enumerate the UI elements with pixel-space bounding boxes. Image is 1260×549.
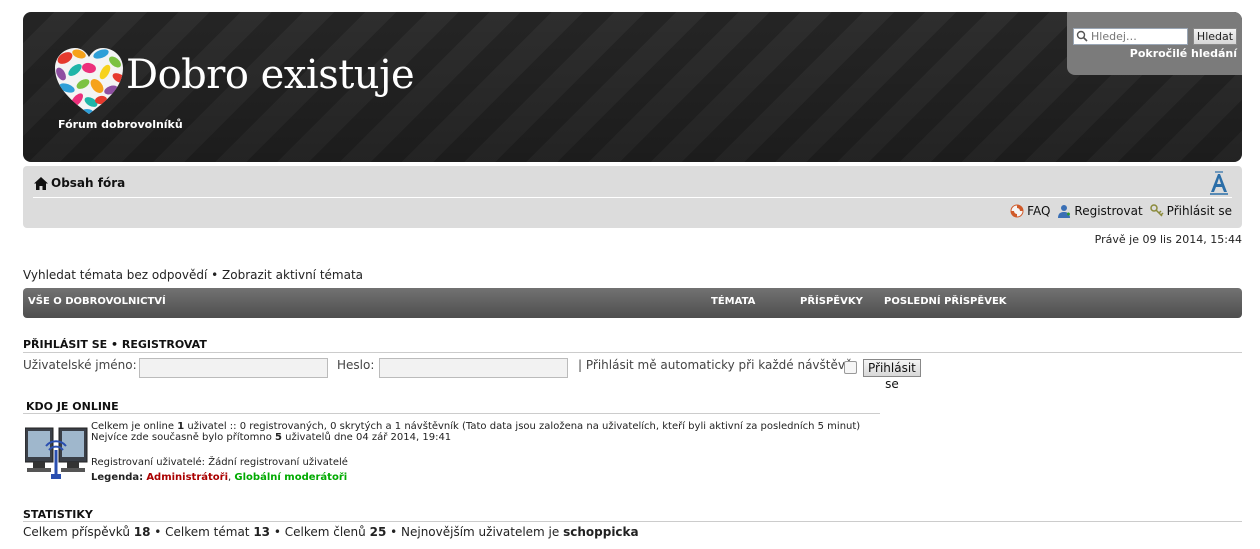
login-title-separator: • xyxy=(110,338,119,351)
active-topics-link[interactable]: Zobrazit aktivní témata xyxy=(222,268,363,282)
stats-members-value: 25 xyxy=(369,525,387,539)
username-field[interactable] xyxy=(139,358,328,378)
column-posts: PŘÍSPĚVKY xyxy=(800,296,863,307)
username-label: Uživatelské jméno: xyxy=(23,358,137,372)
online-record: Nejvíce zde současně bylo přítomno 5 uži… xyxy=(91,432,451,443)
navbar-divider xyxy=(33,197,1232,198)
login-button[interactable]: Přihlásit se xyxy=(863,359,921,391)
search-icon xyxy=(1076,30,1088,42)
font-size-change-icon[interactable] xyxy=(1208,171,1230,195)
online-summary: Celkem je online 1 uživatel :: 0 registr… xyxy=(91,421,860,432)
navbar: Obsah fóra FAQ Registrovat Přihlásit se xyxy=(23,166,1242,228)
search-box: Hledat Pokročilé hledání xyxy=(1067,12,1242,75)
online-summary-suffix: uživatel :: 0 registrovaných, 0 skrytých… xyxy=(184,421,861,432)
faq-lifebuoy-icon xyxy=(1010,204,1024,218)
login-link[interactable]: Přihlásit se xyxy=(1149,204,1232,218)
stats-topics-value: 13 xyxy=(253,525,271,539)
online-summary-prefix: Celkem je online xyxy=(91,421,178,432)
faq-label: FAQ xyxy=(1027,204,1051,218)
search-input[interactable] xyxy=(1073,28,1188,45)
login-title-link[interactable]: PŘIHLÁSIT SE xyxy=(23,338,107,351)
legend-gmod-link[interactable]: Globální moderátoři xyxy=(234,472,347,483)
search-links-separator: • xyxy=(211,268,219,282)
site-title[interactable]: Dobro existuje xyxy=(126,52,415,98)
stats-section-title: STATISTIKY xyxy=(23,508,93,521)
forum-category-header: VŠE O DOBROVOLNICTVÍ TÉMATA PŘÍSPĚVKY PO… xyxy=(23,288,1242,318)
search-links: Vyhledat témata bez odpovědí • Zobrazit … xyxy=(23,268,363,282)
online-users-icon xyxy=(25,427,88,479)
online-divider xyxy=(23,413,880,414)
online-record-count: 5 xyxy=(275,432,282,443)
online-section-title[interactable]: KDO JE ONLINE xyxy=(26,400,119,413)
faq-link[interactable]: FAQ xyxy=(1010,204,1050,218)
autologin-label: | Přihlásit mě automaticky při každé náv… xyxy=(578,358,853,372)
password-field[interactable] xyxy=(379,358,568,378)
group-legend: Legenda: Administrátoři, Globální moderá… xyxy=(91,472,347,483)
autologin-checkbox[interactable] xyxy=(844,361,857,374)
advanced-search-link[interactable]: Pokročilé hledání xyxy=(1130,47,1237,60)
home-icon xyxy=(34,176,48,190)
online-record-prefix: Nejvíce zde současně bylo přítomno xyxy=(91,432,276,443)
column-topics: TÉMATA xyxy=(711,296,756,307)
legend-comma: , xyxy=(228,472,232,483)
password-label: Heslo: xyxy=(337,358,375,372)
register-link[interactable]: Registrovat xyxy=(1057,204,1143,218)
column-last-post: POSLEDNÍ PŘÍSPĚVEK xyxy=(884,296,1007,307)
stats-newest-label: • Nejnovějším uživatelem je xyxy=(386,525,564,539)
unanswered-topics-link[interactable]: Vyhledat témata bez odpovědí xyxy=(23,268,207,282)
newest-user-link[interactable]: schoppicka xyxy=(563,525,639,539)
board-index-link[interactable]: Obsah fóra xyxy=(34,176,125,190)
registered-users-line: Registrovaní uživatelé: Žádní registrova… xyxy=(91,457,348,468)
register-label: Registrovat xyxy=(1074,204,1143,218)
site-description: Fórum dobrovolníků xyxy=(58,118,183,131)
register-user-icon xyxy=(1058,205,1071,218)
login-section-title: PŘIHLÁSIT SE • REGISTROVAT xyxy=(23,338,207,351)
online-record-suffix: uživatelů dne 04 zář 2014, 19:41 xyxy=(282,432,452,443)
stats-posts-label: Celkem příspěvků xyxy=(23,525,134,539)
board-index-label: Obsah fóra xyxy=(51,176,126,190)
stats-posts-value: 18 xyxy=(133,525,151,539)
heart-logo-icon[interactable] xyxy=(53,46,125,118)
site-header: Dobro existuje Fórum dobrovolníků Hledat… xyxy=(23,12,1242,162)
legend-label: Legenda: xyxy=(91,472,144,483)
navbar-links: FAQ Registrovat Přihlásit se xyxy=(1007,204,1232,218)
current-time: Právě je 09 lis 2014, 15:44 xyxy=(1094,233,1242,246)
login-label: Přihlásit se xyxy=(1166,204,1232,218)
register-title-link[interactable]: REGISTROVAT xyxy=(122,338,207,351)
stats-line: Celkem příspěvků 18 • Celkem témat 13 • … xyxy=(23,525,639,539)
stats-members-label: • Celkem členů xyxy=(270,525,370,539)
stats-divider xyxy=(23,521,1242,522)
legend-admin-link[interactable]: Administrátoři xyxy=(146,472,228,483)
login-divider xyxy=(23,352,1242,353)
login-key-icon xyxy=(1149,204,1164,217)
search-button[interactable]: Hledat xyxy=(1193,28,1237,45)
stats-topics-label: • Celkem témat xyxy=(150,525,254,539)
category-title[interactable]: VŠE O DOBROVOLNICTVÍ xyxy=(28,296,166,307)
